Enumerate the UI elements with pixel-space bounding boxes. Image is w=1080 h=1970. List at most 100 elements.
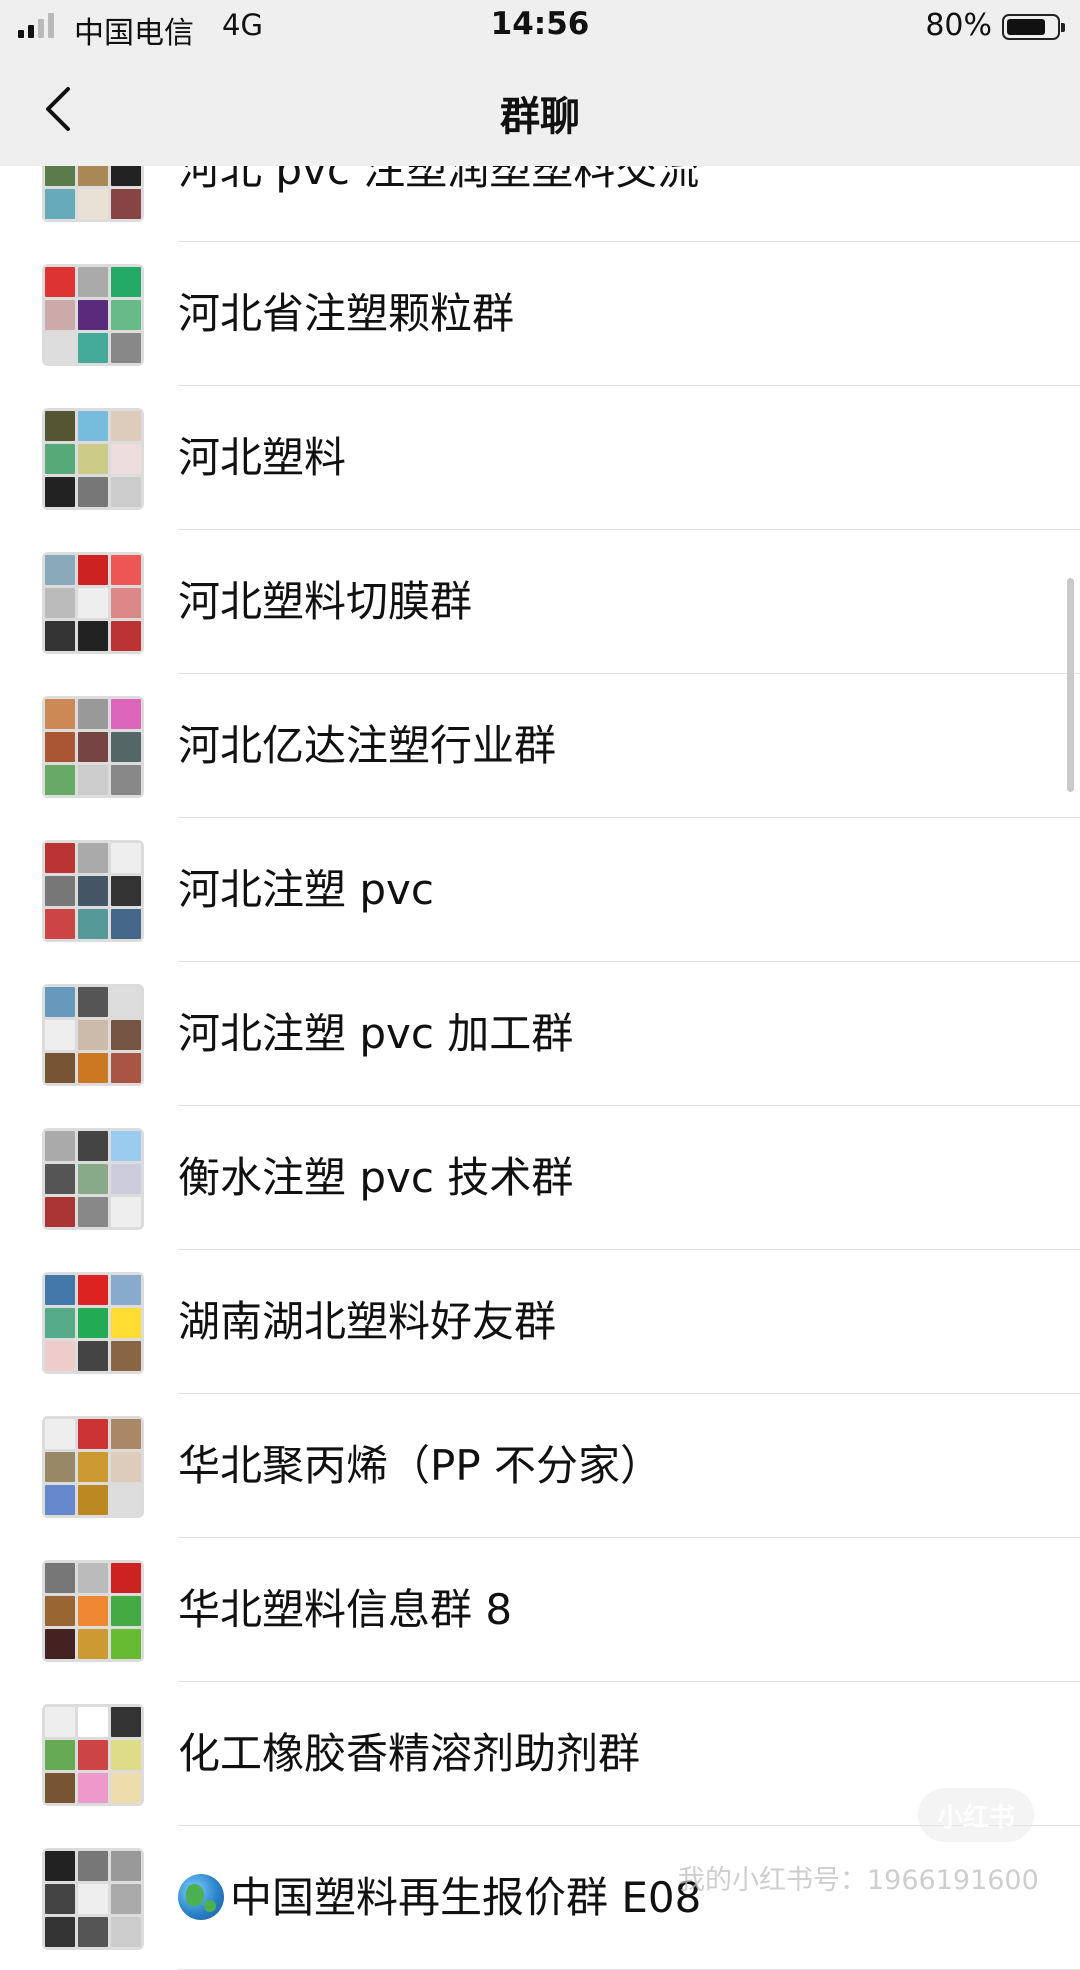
group-name-text: 河北亿达注塑行业群: [178, 721, 557, 770]
group-name: 华北聚丙烯（PP 不分家）: [178, 1441, 662, 1491]
group-name: 华北塑料信息群 8: [178, 1585, 512, 1635]
avatar-tile: [45, 1563, 75, 1593]
group-name: 化工橡胶香精溶剂助剂群: [178, 1729, 640, 1779]
avatar-tile: [78, 1452, 108, 1482]
avatar-tile: [45, 1275, 75, 1305]
avatar-tile: [45, 1740, 75, 1770]
group-chat-row[interactable]: 河北省注塑颗粒群: [0, 242, 1080, 386]
avatar-tile: [111, 1563, 141, 1593]
avatar-tile: [78, 1884, 108, 1914]
group-chat-row[interactable]: 化工橡胶香精溶剂助剂群: [0, 1682, 1080, 1826]
avatar-tile: [111, 1740, 141, 1770]
avatar-tile: [78, 699, 108, 729]
avatar-tile: [111, 1596, 141, 1626]
avatar-tile: [45, 555, 75, 585]
avatar-tile: [45, 1917, 75, 1947]
avatar-tile: [111, 267, 141, 297]
avatar-tile: [111, 189, 141, 219]
group-name-text: 河北省注塑颗粒群: [178, 289, 515, 338]
avatar-tile: [111, 1131, 141, 1161]
back-button[interactable]: [28, 74, 88, 144]
group-name: 河北塑料切膜群: [178, 577, 472, 627]
watermark-logo: 小红书: [918, 1788, 1034, 1842]
avatar-tile: [78, 333, 108, 363]
avatar-tile: [111, 555, 141, 585]
group-chat-row[interactable]: 华北塑料信息群 8: [0, 1538, 1080, 1682]
group-name-text: 衡水注塑 pvc 技术群: [178, 1153, 574, 1202]
avatar-tile: [45, 765, 75, 795]
scrollbar[interactable]: [1067, 578, 1074, 792]
group-name-text: 华北聚丙烯（PP 不分家）: [178, 1441, 663, 1490]
avatar-tile: [111, 300, 141, 330]
avatar-tile: [78, 1419, 108, 1449]
group-name: 河北注塑 pvc: [178, 865, 434, 915]
avatar-tile: [78, 843, 108, 873]
avatar-tile: [45, 876, 75, 906]
avatar-tile: [78, 1773, 108, 1803]
group-chat-row[interactable]: 河北塑料: [0, 386, 1080, 530]
avatar-tile: [78, 588, 108, 618]
group-avatar: [42, 840, 144, 942]
avatar-tile: [111, 1341, 141, 1371]
avatar-tile: [111, 1773, 141, 1803]
group-name: 河北亿达注塑行业群: [178, 721, 556, 771]
avatar-tile: [45, 699, 75, 729]
group-name: 河北省注塑颗粒群: [178, 289, 514, 339]
avatar-tile: [78, 300, 108, 330]
group-chat-row[interactable]: 湖南湖北塑料好友群: [0, 1250, 1080, 1394]
avatar-tile: [78, 1341, 108, 1371]
avatar-tile: [111, 1707, 141, 1737]
group-avatar: [42, 552, 144, 654]
globe-icon: [178, 1874, 224, 1920]
avatar-tile: [45, 1164, 75, 1194]
avatar-tile: [78, 1020, 108, 1050]
avatar-tile: [45, 1884, 75, 1914]
avatar-tile: [111, 1197, 141, 1227]
group-chat-row[interactable]: 河北亿达注塑行业群: [0, 674, 1080, 818]
watermark-text: 我的小红书号：1966191600: [678, 1865, 1039, 1896]
avatar-tile: [78, 1596, 108, 1626]
group-chat-row[interactable]: 河北塑料切膜群: [0, 530, 1080, 674]
battery-percentage: 80%: [925, 8, 992, 43]
avatar-tile: [111, 1164, 141, 1194]
group-name-text: 中国塑料再生报价群 E08: [230, 1873, 702, 1922]
avatar-tile: [45, 1629, 75, 1659]
avatar-tile: [111, 699, 141, 729]
avatar-tile: [78, 1851, 108, 1881]
status-time: 14:56: [490, 6, 590, 42]
avatar-tile: [45, 1308, 75, 1338]
avatar-tile: [111, 1851, 141, 1881]
group-avatar: [42, 696, 144, 798]
avatar-tile: [111, 1275, 141, 1305]
avatar-tile: [45, 189, 75, 219]
avatar-tile: [78, 1707, 108, 1737]
group-chat-row[interactable]: 华北聚丙烯（PP 不分家）: [0, 1394, 1080, 1538]
avatar-tile: [111, 477, 141, 507]
group-chat-row[interactable]: 河北注塑 pvc 加工群: [0, 962, 1080, 1106]
group-avatar: [42, 1272, 144, 1374]
group-name: 湖南湖北塑料好友群: [178, 1297, 556, 1347]
avatar-tile: [45, 1053, 75, 1083]
avatar-tile: [111, 333, 141, 363]
avatar-tile: [45, 1020, 75, 1050]
avatar-tile: [78, 1308, 108, 1338]
avatar-tile: [45, 1773, 75, 1803]
avatar-tile: [45, 411, 75, 441]
avatar-tile: [78, 477, 108, 507]
avatar-tile: [45, 1197, 75, 1227]
group-avatar: [42, 984, 144, 1086]
avatar-tile: [78, 1197, 108, 1227]
avatar-tile: [111, 909, 141, 939]
avatar-tile: [111, 1053, 141, 1083]
group-chat-row[interactable]: 河北注塑 pvc: [0, 818, 1080, 962]
group-avatar: [42, 1704, 144, 1806]
avatar-tile: [111, 411, 141, 441]
avatar-tile: [45, 444, 75, 474]
avatar-tile: [45, 987, 75, 1017]
group-chat-row[interactable]: 中国塑料再生报价群 E08: [0, 1826, 1080, 1970]
chevron-left-icon: [46, 87, 70, 131]
group-chat-row[interactable]: 衡水注塑 pvc 技术群: [0, 1106, 1080, 1250]
avatar-tile: [78, 621, 108, 651]
group-chat-list: 河北 pvc 注塑润塑塑料交流 河北省注塑颗粒群 河北塑料 河北塑料切膜群 河北亿达注塑…: [0, 98, 1080, 1970]
avatar-tile: [78, 444, 108, 474]
